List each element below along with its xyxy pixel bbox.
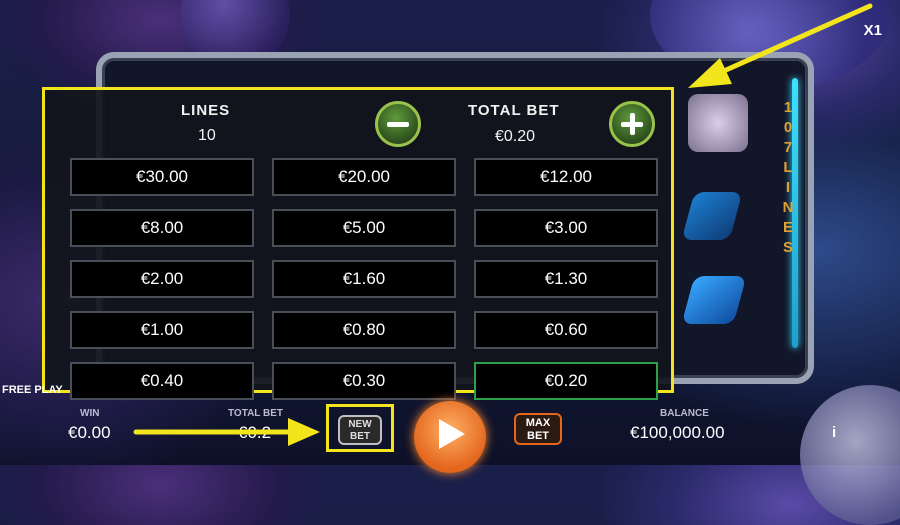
win-label: WIN bbox=[80, 408, 100, 419]
lines-value: 10 bbox=[198, 127, 216, 144]
balance-value: €100,000.00 bbox=[630, 423, 725, 442]
balance-label: BALANCE bbox=[660, 408, 709, 419]
bottom-arrow-icon bbox=[133, 418, 320, 446]
increase-bet-button[interactable] bbox=[609, 101, 655, 147]
bet-option[interactable]: €3.00 bbox=[474, 209, 658, 247]
new-bet-highlight bbox=[326, 404, 394, 452]
win-value: €0.00 bbox=[68, 423, 111, 442]
bet-option[interactable]: €30.00 bbox=[70, 158, 254, 196]
bet-option[interactable]: €2.00 bbox=[70, 260, 254, 298]
bet-option[interactable]: €1.30 bbox=[474, 260, 658, 298]
top-arrow-icon bbox=[688, 3, 873, 88]
bet-option[interactable]: €0.60 bbox=[474, 311, 658, 349]
bet-option[interactable]: €8.00 bbox=[70, 209, 254, 247]
bet-option[interactable]: €12.00 bbox=[474, 158, 658, 196]
bet-selection-panel: LINES 10 TOTAL BET €0.20 €30.00 €20.00 €… bbox=[42, 87, 674, 400]
lines-label: LINES bbox=[181, 102, 231, 119]
total-bet-value: €0.20 bbox=[495, 128, 536, 145]
info-button[interactable]: i bbox=[832, 424, 836, 441]
bet-option[interactable]: €0.80 bbox=[272, 311, 456, 349]
bet-option[interactable]: €0.40 bbox=[70, 362, 254, 400]
free-play-label: FREE PLAY bbox=[2, 384, 63, 396]
bet-option[interactable]: €20.00 bbox=[272, 158, 456, 196]
max-bet-button[interactable]: MAX BET bbox=[514, 413, 562, 445]
bet-option[interactable]: €5.00 bbox=[272, 209, 456, 247]
bet-option-selected[interactable]: €0.20 bbox=[474, 362, 658, 400]
decrease-bet-button[interactable] bbox=[375, 101, 421, 147]
lines-side-label: 10 7L IN ES bbox=[782, 99, 794, 256]
bet-option[interactable]: €1.00 bbox=[70, 311, 254, 349]
spin-button[interactable] bbox=[414, 401, 486, 473]
play-icon bbox=[439, 419, 465, 449]
total-bet-label: TOTAL BET bbox=[468, 102, 560, 119]
minus-icon bbox=[387, 121, 409, 127]
bet-option[interactable]: €0.30 bbox=[272, 362, 456, 400]
robot-symbol bbox=[688, 94, 748, 152]
bet-option[interactable]: €1.60 bbox=[272, 260, 456, 298]
